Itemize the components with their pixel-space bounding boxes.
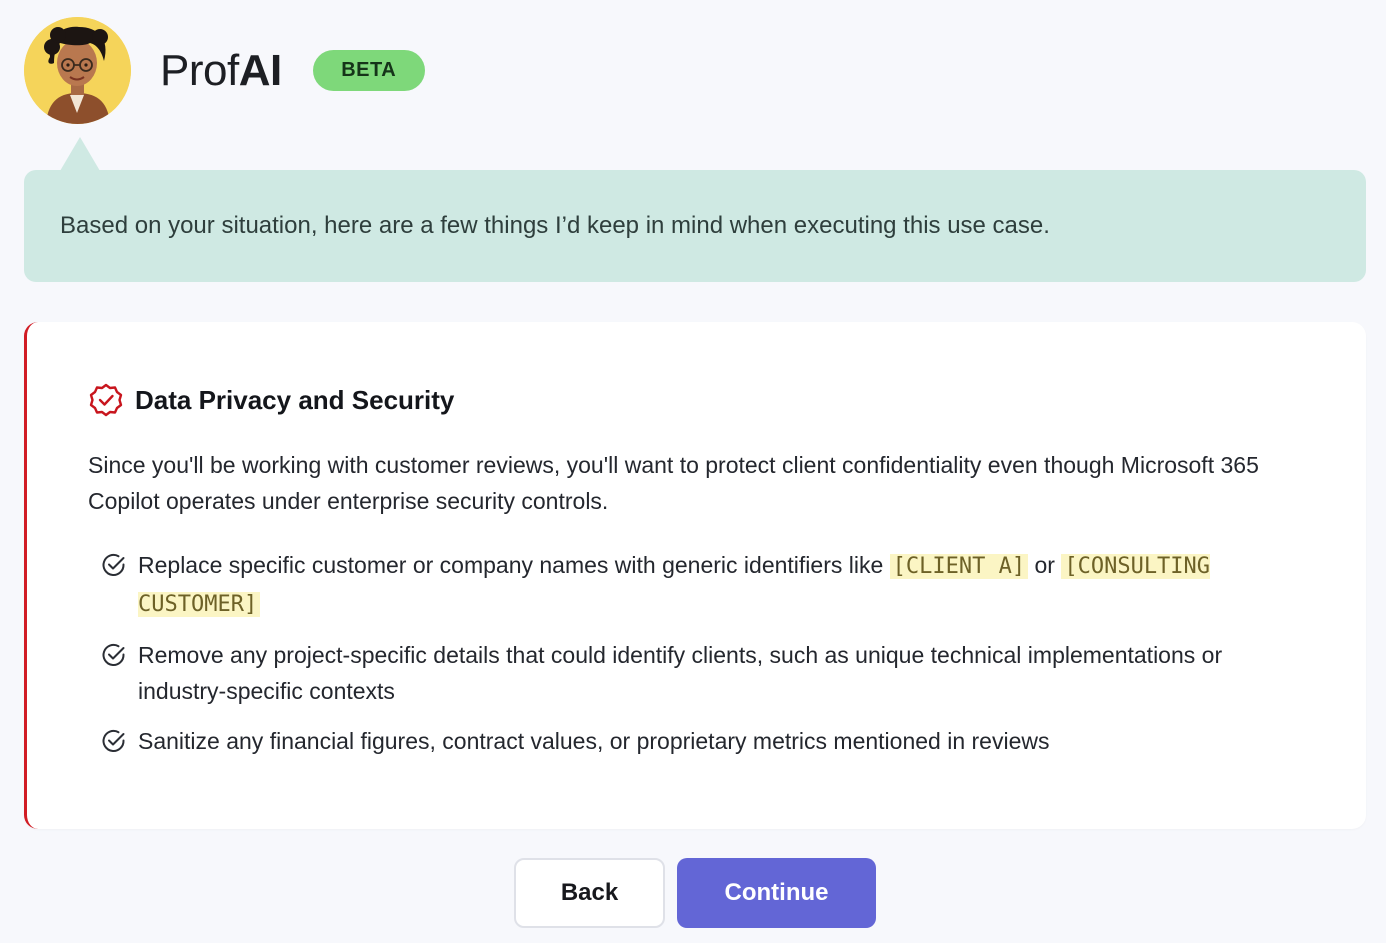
privacy-card: Data Privacy and Security Since you'll b… [24, 322, 1366, 829]
brand-prefix: Prof [160, 45, 239, 95]
card-header: Data Privacy and Security [88, 382, 454, 418]
badge-check-icon [89, 383, 123, 417]
assistant-message: Based on your situation, here are a few … [24, 170, 1366, 282]
list-item-text: Remove any project-specific details that… [138, 642, 1223, 704]
list-item: Replace specific customer or company nam… [101, 547, 1301, 623]
beta-badge: BETA [312, 50, 425, 91]
list-item: Sanitize any financial figures, contract… [101, 723, 1301, 759]
list-item-text: Replace specific customer or company nam… [138, 547, 1301, 623]
check-circle-icon [102, 643, 125, 666]
check-circle-icon [102, 729, 125, 752]
brand-suffix: AI [238, 45, 283, 95]
brand-logo: ProfAI [160, 45, 283, 95]
card-intro: Since you'll be working with customer re… [88, 452, 1259, 514]
speech-pointer [60, 137, 100, 171]
back-button[interactable]: Back [514, 858, 665, 928]
continue-button[interactable]: Continue [677, 858, 876, 928]
list-item-text-pre: Replace specific customer or company nam… [138, 552, 890, 578]
avatar-illustration [24, 17, 131, 124]
assistant-message-text: Based on your situation, here are a few … [60, 212, 1050, 239]
list-item-text: Sanitize any financial figures, contract… [138, 728, 1050, 754]
list-item: Remove any project-specific details that… [101, 637, 1301, 709]
placeholder-code-client-a: [CLIENT A] [889, 554, 1029, 579]
tips-list: Replace specific customer or company nam… [101, 547, 1301, 773]
list-item-text-mid: or [1028, 552, 1062, 578]
card-title: Data Privacy and Security [135, 384, 455, 415]
check-circle-icon [102, 553, 125, 576]
avatar [24, 17, 131, 124]
app-header: ProfAI BETA [24, 17, 425, 124]
